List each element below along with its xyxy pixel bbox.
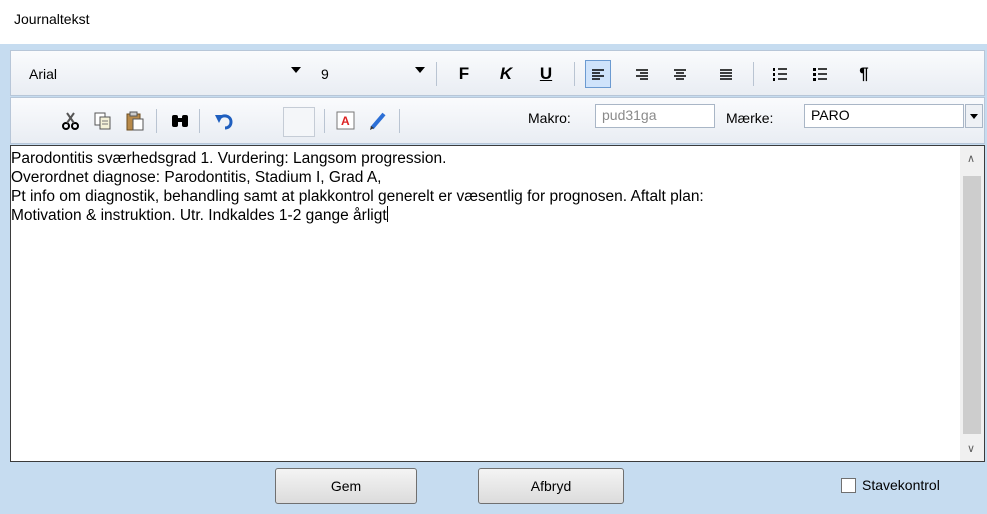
- makro-field[interactable]: pud31ga: [595, 104, 715, 128]
- makro-label: Makro:: [528, 110, 571, 126]
- journal-text-area[interactable]: Parodontitis sværhedsgrad 1. Vurdering: …: [10, 145, 985, 462]
- binoculars-icon: [172, 115, 188, 127]
- maerke-field[interactable]: PARO: [804, 104, 964, 128]
- vertical-scrollbar[interactable]: ∧ ∨: [960, 146, 984, 461]
- separator: [399, 109, 400, 133]
- numbered-list-icon: [773, 68, 787, 81]
- blank-button[interactable]: [283, 107, 315, 137]
- spellcheck-checkbox[interactable]: [841, 478, 856, 493]
- font-color-button[interactable]: A: [334, 107, 358, 135]
- align-right-icon: [636, 68, 648, 80]
- separator: [324, 109, 325, 133]
- clipboard-icon: [126, 111, 144, 131]
- align-justify-button[interactable]: [713, 60, 739, 88]
- separator: [753, 62, 754, 86]
- paragraph-button[interactable]: ¶: [851, 60, 877, 88]
- italic-button[interactable]: K: [493, 60, 519, 88]
- maerke-label: Mærke:: [726, 110, 774, 126]
- text-caret: [386, 206, 388, 222]
- spellcheck-label: Stavekontrol: [862, 477, 940, 493]
- bold-button[interactable]: F: [451, 60, 477, 88]
- journal-text[interactable]: Parodontitis sværhedsgrad 1. Vurdering: …: [11, 149, 961, 225]
- separator: [199, 109, 200, 133]
- highlight-button[interactable]: [366, 107, 390, 135]
- format-toolbar: Arial 9 F K U ¶: [10, 50, 985, 96]
- find-button[interactable]: [168, 107, 192, 135]
- numbered-list-button[interactable]: [767, 60, 793, 88]
- font-size-select[interactable]: 9: [317, 61, 427, 87]
- journal-line: Motivation & instruktion. Utr. Indkaldes…: [11, 207, 387, 224]
- align-justify-icon: [720, 68, 732, 80]
- undo-button[interactable]: [213, 107, 237, 135]
- separator: [436, 62, 437, 86]
- bullet-list-button[interactable]: [807, 60, 833, 88]
- align-center-icon: [674, 68, 686, 80]
- svg-text:A: A: [341, 114, 350, 128]
- align-left-button[interactable]: [585, 60, 611, 88]
- window-title: Journaltekst: [14, 11, 90, 27]
- copy-button[interactable]: [91, 107, 115, 135]
- journal-line: Parodontitis sværhedsgrad 1. Vurdering: …: [11, 150, 447, 167]
- cancel-button[interactable]: Afbryd: [478, 468, 624, 504]
- font-size-value: 9: [321, 66, 329, 82]
- separator: [574, 62, 575, 86]
- scrollbar-thumb[interactable]: [963, 176, 981, 434]
- align-center-button[interactable]: [667, 60, 693, 88]
- copy-icon: [94, 112, 111, 130]
- text-color-icon: A: [336, 111, 355, 130]
- cut-button[interactable]: [59, 107, 83, 135]
- scroll-down-icon[interactable]: ∨: [967, 442, 975, 455]
- edit-toolbar: A Makro: pud31ga Mærke: PARO: [10, 97, 985, 144]
- bullet-list-icon: [813, 68, 827, 81]
- align-right-button[interactable]: [629, 60, 655, 88]
- font-family-select[interactable]: Arial: [25, 61, 303, 87]
- font-family-value: Arial: [29, 66, 58, 82]
- paste-button[interactable]: [123, 107, 147, 135]
- maerke-dropdown-button[interactable]: [965, 104, 983, 128]
- underline-button[interactable]: U: [533, 60, 559, 88]
- scroll-up-icon[interactable]: ∧: [967, 152, 975, 165]
- chevron-down-icon: [291, 67, 301, 73]
- chevron-down-icon: [415, 67, 425, 73]
- save-button[interactable]: Gem: [275, 468, 417, 504]
- scissors-icon: [62, 112, 79, 130]
- align-left-icon: [592, 68, 604, 80]
- journal-line: Overordnet diagnose: Parodontitis, Stadi…: [11, 169, 382, 186]
- separator: [156, 109, 157, 133]
- pencil-icon: [370, 112, 386, 130]
- undo-icon: [215, 114, 233, 130]
- journal-line: Pt info om diagnostik, behandling samt a…: [11, 188, 704, 205]
